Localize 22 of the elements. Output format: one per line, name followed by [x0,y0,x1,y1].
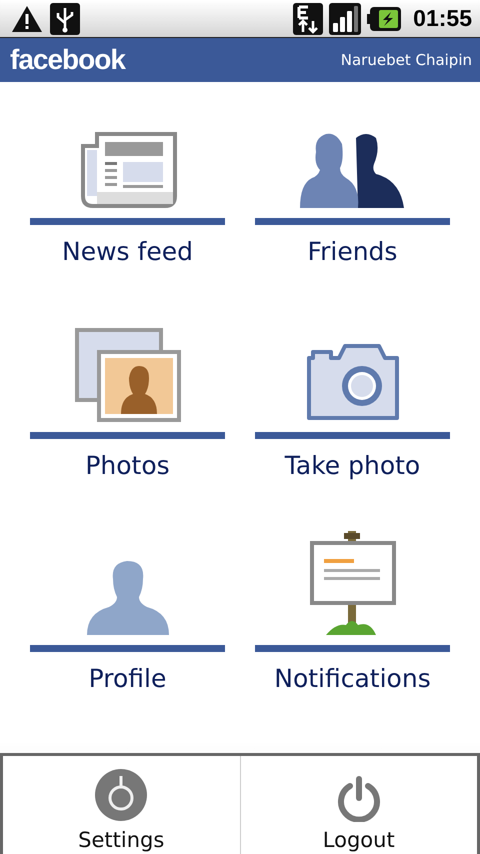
menu-tile[interactable]: Notifications [255,527,450,718]
logo: facebook [10,44,125,76]
menu-tile[interactable]: Take photo [255,314,450,504]
menu-tile[interactable]: Profile [30,527,225,718]
photos-icon [74,328,180,422]
signboard-icon [308,531,398,636]
battery-icon [367,6,402,30]
signal-icon [329,2,362,34]
menu-tile[interactable]: Friends [255,100,450,290]
power-icon [336,776,382,822]
camera-icon [304,344,400,422]
usb-icon [50,2,80,34]
menu-tile[interactable]: Photos [30,314,225,504]
menu-button[interactable]: Settings [3,756,240,854]
menu-tile[interactable]: News feed [30,100,225,290]
newspaper-icon [78,130,176,208]
network-icon [293,2,324,34]
user-name: Naruebet Chaipin [340,51,472,69]
menu-button[interactable]: Logout [240,756,477,854]
warning-icon [10,4,44,34]
settings-icon [94,768,148,822]
clock: 01:55 [413,5,472,32]
